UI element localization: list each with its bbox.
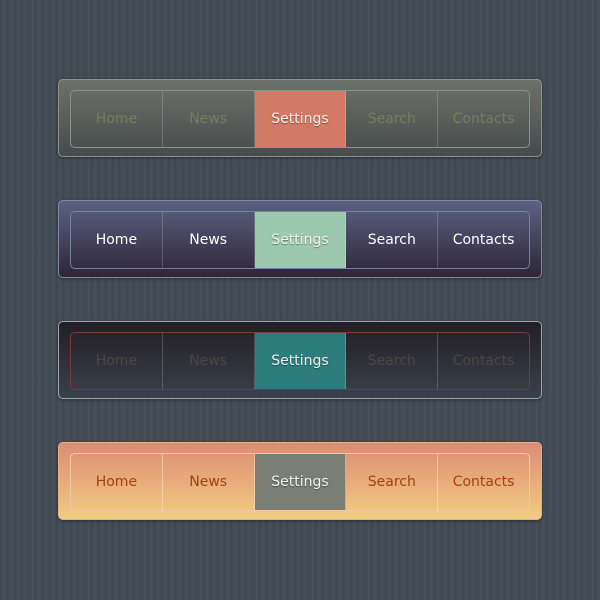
nav-menu: Home News Settings Search Contacts xyxy=(70,332,530,390)
nav-item-search[interactable]: Search xyxy=(346,212,439,268)
nav-menu: Home News Settings Search Contacts xyxy=(70,453,530,511)
nav-item-contacts[interactable]: Contacts xyxy=(438,454,529,510)
nav-item-settings[interactable]: Settings xyxy=(254,91,347,147)
nav-item-news[interactable]: News xyxy=(163,454,255,510)
nav-item-home[interactable]: Home xyxy=(71,454,163,510)
nav-bar-peach: Home News Settings Search Contacts xyxy=(58,442,542,520)
nav-item-settings[interactable]: Settings xyxy=(254,454,347,510)
nav-menu: Home News Settings Search Contacts xyxy=(70,90,530,148)
nav-item-contacts[interactable]: Contacts xyxy=(438,333,529,389)
nav-menu: Home News Settings Search Contacts xyxy=(70,211,530,269)
nav-bar-purple: Home News Settings Search Contacts xyxy=(58,200,542,278)
nav-item-settings[interactable]: Settings xyxy=(254,212,347,268)
nav-item-home[interactable]: Home xyxy=(71,333,163,389)
nav-item-home[interactable]: Home xyxy=(71,212,163,268)
nav-item-settings[interactable]: Settings xyxy=(254,333,347,389)
nav-item-news[interactable]: News xyxy=(163,91,255,147)
nav-bar-gray: Home News Settings Search Contacts xyxy=(58,79,542,157)
nav-item-search[interactable]: Search xyxy=(346,333,439,389)
nav-item-search[interactable]: Search xyxy=(346,454,439,510)
nav-item-search[interactable]: Search xyxy=(346,91,439,147)
nav-item-news[interactable]: News xyxy=(163,212,255,268)
nav-bar-dark: Home News Settings Search Contacts xyxy=(58,321,542,399)
nav-item-contacts[interactable]: Contacts xyxy=(438,212,529,268)
nav-item-home[interactable]: Home xyxy=(71,91,163,147)
nav-item-news[interactable]: News xyxy=(163,333,255,389)
nav-item-contacts[interactable]: Contacts xyxy=(438,91,529,147)
